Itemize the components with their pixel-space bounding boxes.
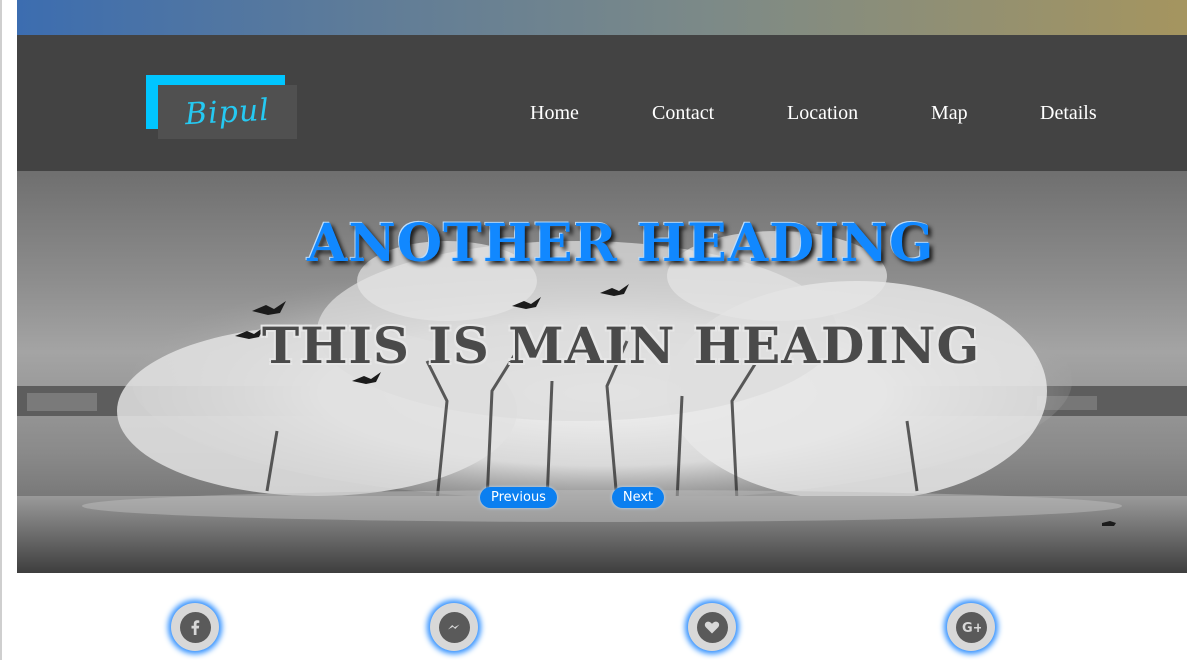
facebook-icon: [179, 611, 211, 643]
logo-box: Bipul: [158, 85, 297, 139]
page: Bipul Home Contact Location Map Details: [0, 0, 1201, 660]
google-plus-button[interactable]: G+: [947, 603, 995, 651]
heart-icon: [696, 611, 728, 643]
logo[interactable]: Bipul: [146, 75, 298, 141]
next-button[interactable]: Next: [612, 487, 664, 508]
nav-map[interactable]: Map: [931, 102, 968, 125]
svg-text:G+: G+: [962, 621, 981, 636]
left-border: [0, 0, 2, 660]
messenger-icon: [438, 611, 470, 643]
facebook-button[interactable]: [171, 603, 219, 651]
previous-button[interactable]: Previous: [480, 487, 557, 508]
top-gradient-strip: [17, 0, 1187, 35]
logo-text: Bipul: [184, 92, 271, 132]
nav-details[interactable]: Details: [1040, 102, 1097, 125]
hero-sub-heading: ANOTHER HEADING: [307, 213, 935, 274]
google-plus-icon: G+: [955, 611, 987, 643]
hero-main-heading: THIS IS MAIN HEADING: [262, 316, 981, 375]
nav-location[interactable]: Location: [787, 102, 858, 125]
hero-slider: ANOTHER HEADING THIS IS MAIN HEADING Pre…: [17, 171, 1187, 573]
heart-button[interactable]: [688, 603, 736, 651]
nav-contact[interactable]: Contact: [652, 102, 714, 125]
nav-home[interactable]: Home: [530, 102, 579, 125]
messenger-button[interactable]: [430, 603, 478, 651]
